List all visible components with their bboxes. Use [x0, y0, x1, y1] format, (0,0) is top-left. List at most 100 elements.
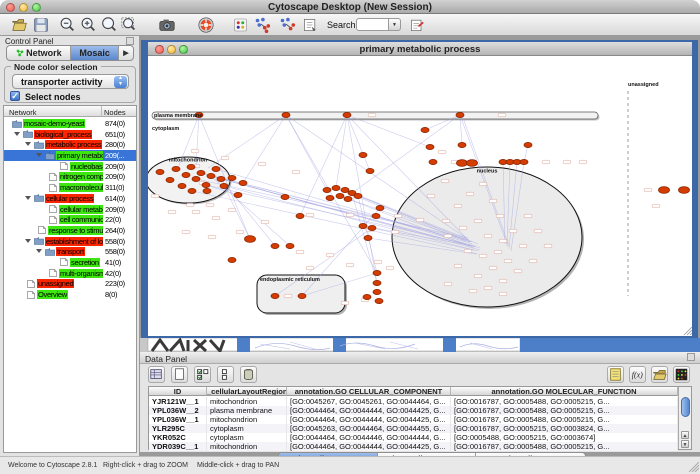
search-config-icon[interactable]	[409, 16, 425, 34]
tree-row-label[interactable]: macromolecule	[59, 183, 103, 192]
tree-row[interactable]: nitrogen compo209(0)	[4, 171, 136, 182]
table-column-header[interactable]: annotation.GO MOLECULAR_FUNCTION	[451, 387, 678, 396]
table-column-header[interactable]: ID	[149, 387, 207, 396]
scroll-down-arrow[interactable]: ▼	[681, 440, 689, 448]
tree-row-label[interactable]: nitrogen compo	[59, 172, 103, 181]
tree-row-label[interactable]: establishment of lo	[45, 237, 103, 246]
tree-row[interactable]: Overview8(0)	[4, 289, 136, 300]
tree-row[interactable]: cellular metabol209(0)	[4, 204, 136, 215]
tree-row-label[interactable]: metabolic process	[45, 140, 102, 149]
tree-row[interactable]: transport558(0)	[4, 246, 136, 257]
tree-row-label[interactable]: cellular process	[45, 194, 94, 203]
table-cell[interactable]: [GO:0016787, GO:0005488, GO:0005215, G..…	[451, 442, 678, 451]
table-cell[interactable]: mitochondrion	[207, 415, 287, 424]
table-cell[interactable]: [GO:0016787, GO:0005488, GO:0005215, G..…	[451, 397, 678, 406]
table-cell[interactable]: mitochondrion	[207, 442, 287, 451]
tree-col-network[interactable]: Network	[9, 108, 37, 117]
tree-row[interactable]: cellular process614(0)	[4, 193, 136, 204]
tree-row[interactable]: mosaic-demo-yeast874(0)	[4, 118, 136, 129]
apply-style-icon[interactable]	[253, 16, 271, 34]
table-cell[interactable]: mitochondrion	[207, 397, 287, 406]
function-builder-button[interactable]: f(x)	[629, 366, 646, 383]
help-ring-icon[interactable]	[197, 16, 215, 34]
select-nodes-checkbox[interactable]: ✓	[10, 91, 20, 101]
table-cell[interactable]: YKR052C	[149, 433, 207, 442]
zoom-out-icon[interactable]	[58, 16, 76, 34]
data-panel-float-icon[interactable]	[687, 353, 695, 361]
resize-grip[interactable]	[687, 460, 699, 472]
apply-layout-icon[interactable]	[278, 16, 296, 34]
table-cell[interactable]: [GO:0016787, GO:0005215, GO:0003824, G..…	[451, 424, 678, 433]
table-cell[interactable]: [GO:0016787, GO:0005488, GO:0005215, G..…	[451, 406, 678, 415]
table-cell[interactable]: cytoplasm	[207, 424, 287, 433]
node-color-dropdown[interactable]: transporter activity ▲▼	[12, 74, 129, 89]
tree-row-label[interactable]: transport	[56, 247, 85, 256]
tree-row[interactable]: macromolecule311(0)	[4, 182, 136, 193]
table-cell[interactable]: [GO:0005488, GO:0005215, GO:0003674]	[451, 433, 678, 442]
search-dropdown-button[interactable]: ▼	[389, 18, 401, 31]
tree-row-label[interactable]: nucleobase-	[70, 162, 103, 171]
annotation-icon[interactable]	[302, 16, 318, 34]
scroll-up-arrow[interactable]: ▲	[681, 431, 689, 439]
table-cell[interactable]: YPL036W__1	[149, 415, 207, 424]
scrollbar-thumb[interactable]	[681, 397, 690, 417]
table-cell[interactable]: [GO:0016787, GO:0005488, GO:0005215, G..…	[451, 415, 678, 424]
tree-row[interactable]: metabolic process280(0)	[4, 139, 136, 150]
table-cell[interactable]: plasma membrane	[207, 406, 287, 415]
table-cell[interactable]: [GO:0045263, GO:0044464, GO:0044455, G..…	[287, 424, 451, 433]
tree-col-nodes[interactable]: Nodes	[104, 108, 126, 117]
matrix-button[interactable]	[673, 366, 690, 383]
tree-row[interactable]: response to stimulu264(0)	[4, 225, 136, 236]
table-cell[interactable]: YDR039C__1	[149, 442, 207, 451]
tree-row[interactable]: biological_process651(0)	[4, 129, 136, 140]
snapshot-icon[interactable]	[158, 16, 176, 34]
tree-row-label[interactable]: biological_process	[34, 130, 92, 139]
tree-row-label[interactable]: response to stimulu	[48, 226, 103, 235]
table-cell[interactable]: [GO:0044464, GO:0044444, GO:0044425, G..…	[287, 406, 451, 415]
tree-expand-arrow[interactable]	[14, 132, 20, 136]
network-canvas[interactable]: plasma membranecytoplasmmitochondrionnuc…	[148, 56, 692, 336]
delete-attribute-button[interactable]	[240, 366, 257, 383]
network-window-titlebar[interactable]: primary metabolic process	[148, 42, 692, 56]
tree-row[interactable]: establishment of lo558(0)	[4, 236, 136, 247]
tree-row[interactable]: unassigned223(0)	[4, 278, 136, 289]
select-attributes-button[interactable]	[194, 366, 211, 383]
attribute-select-button[interactable]	[148, 366, 165, 383]
tree-row[interactable]: secretion41(0)	[4, 257, 136, 268]
table-cell[interactable]: [GO:0044464, GO:0044446, GO:0044444, G..…	[287, 433, 451, 442]
table-cell[interactable]: [GO:0044464, GO:0044444, GO:0044425, G..…	[287, 442, 451, 451]
tree-expand-arrow[interactable]	[25, 239, 31, 243]
layout-icon[interactable]	[233, 16, 248, 34]
tree-expand-arrow[interactable]	[36, 153, 42, 157]
tree-expand-arrow[interactable]	[25, 196, 31, 200]
tree-row-label[interactable]: secretion	[70, 258, 100, 267]
zoom-selected-icon[interactable]	[120, 16, 138, 34]
tree-row[interactable]: cell communicat22(0)	[4, 214, 136, 225]
tree-row-label[interactable]: cellular metabol	[59, 205, 103, 214]
save-icon[interactable]	[32, 16, 50, 34]
table-cell[interactable]: [GO:0045267, GO:0045261, GO:0044464, G..…	[287, 397, 451, 406]
table-column-header[interactable]: annotation.GO CELLULAR_COMPONENT	[287, 387, 451, 396]
tree-expand-arrow[interactable]	[36, 249, 42, 253]
table-cell[interactable]: [GO:0044464, GO:0044444, GO:0044425, G..…	[287, 415, 451, 424]
table-cell[interactable]: cytoplasm	[207, 433, 287, 442]
zoom-in-icon[interactable]	[79, 16, 97, 34]
open-folder-icon[interactable]	[11, 16, 29, 34]
import-attributes-button[interactable]	[651, 366, 668, 383]
search-input[interactable]	[356, 18, 389, 31]
table-cell[interactable]: YPL036W__2	[149, 406, 207, 415]
tree-expand-arrow[interactable]	[25, 142, 31, 146]
window-titlebar[interactable]: Cytoscape Desktop (New Session)	[0, 0, 700, 14]
tree-row-label[interactable]: cell communicat	[59, 215, 103, 224]
notes-button[interactable]	[607, 366, 624, 383]
tree-row-label[interactable]: multi-organism pro	[59, 269, 103, 278]
tree-row[interactable]: primary metabo209(...	[4, 150, 136, 161]
tree-row-label[interactable]: unassigned	[37, 279, 74, 288]
tree-row-label[interactable]: primary metabo	[56, 151, 103, 160]
tree-row[interactable]: nucleobase-209(0)	[4, 161, 136, 172]
tab-mosaic[interactable]: Mosaic	[71, 46, 119, 60]
tab-network[interactable]: Network	[7, 46, 71, 60]
table-scrollbar[interactable]: ▲ ▼	[678, 387, 691, 449]
table-cell[interactable]: YLR295C	[149, 424, 207, 433]
tree-row-label[interactable]: mosaic-demo-yeast	[23, 119, 85, 128]
